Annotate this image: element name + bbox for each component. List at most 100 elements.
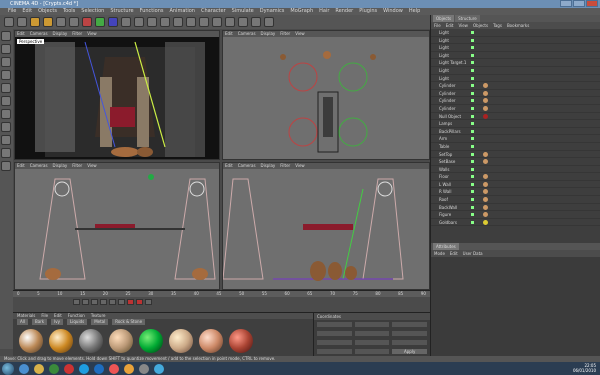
- menu-dynamics[interactable]: Dynamics: [260, 8, 285, 15]
- camera-icon[interactable]: [251, 17, 261, 27]
- vp-menu-cameras[interactable]: Cameras: [30, 31, 48, 37]
- tab-structure[interactable]: Structure: [455, 15, 480, 22]
- app-icon[interactable]: [64, 363, 74, 374]
- menu-animation[interactable]: Animation: [169, 8, 195, 15]
- list-item[interactable]: Light: [431, 44, 600, 52]
- material-swatch[interactable]: [19, 329, 43, 353]
- spline-icon[interactable]: [212, 17, 222, 27]
- list-item[interactable]: Figure: [431, 211, 600, 219]
- move-icon[interactable]: [43, 17, 53, 27]
- menu-structure[interactable]: Structure: [110, 8, 133, 15]
- list-item[interactable]: Cylinder: [431, 105, 600, 113]
- list-item[interactable]: R Wall: [431, 188, 600, 197]
- scale-icon[interactable]: [56, 17, 66, 27]
- keyframe-icon[interactable]: [145, 299, 152, 305]
- apply-button[interactable]: Apply: [392, 349, 428, 354]
- vp-menu-edit[interactable]: Edit: [225, 163, 233, 169]
- list-item[interactable]: Table: [431, 143, 600, 151]
- sculpt-icon[interactable]: [1, 148, 11, 158]
- menu-help[interactable]: Help: [409, 8, 420, 15]
- edges-mode-icon[interactable]: [1, 109, 11, 119]
- coord-field[interactable]: [317, 331, 352, 336]
- clock[interactable]: 22:05 06/01/2010: [573, 363, 596, 373]
- close-button[interactable]: [586, 0, 598, 7]
- model-mode-icon[interactable]: [1, 44, 11, 54]
- right-viewport[interactable]: Edit Cameras Display Filter View: [14, 162, 220, 290]
- vp-menu-view[interactable]: View: [87, 31, 97, 37]
- coord-field[interactable]: [354, 340, 390, 345]
- render-picture-icon[interactable]: [147, 17, 157, 27]
- om-menu-objects[interactable]: Objects: [473, 22, 488, 29]
- tab-metal[interactable]: Metal: [91, 319, 109, 325]
- list-item[interactable]: SetTop: [431, 151, 600, 159]
- next-frame-icon[interactable]: [109, 299, 116, 305]
- list-item[interactable]: Lamps: [431, 120, 600, 128]
- tab-ivy[interactable]: Ivy: [51, 319, 64, 325]
- polygons-mode-icon[interactable]: [1, 122, 11, 132]
- tab-rock-stone[interactable]: Rock & Stone: [112, 319, 146, 325]
- render-view-icon[interactable]: [134, 17, 144, 27]
- coord-field[interactable]: [354, 322, 390, 327]
- coord-field[interactable]: [392, 322, 428, 327]
- om-menu-bookmarks[interactable]: Bookmarks: [507, 22, 529, 29]
- menu-file[interactable]: File: [8, 8, 16, 15]
- coord-field[interactable]: [317, 340, 352, 345]
- app-icon[interactable]: [139, 363, 149, 374]
- vp-menu-view[interactable]: View: [295, 163, 305, 169]
- coord-size-select[interactable]: [354, 349, 390, 354]
- vp-menu-display[interactable]: Display: [53, 31, 68, 37]
- play-backwards-icon[interactable]: [91, 299, 98, 305]
- list-item[interactable]: Light: [431, 29, 600, 37]
- attr-menu-user-data[interactable]: User Data: [463, 250, 483, 257]
- coord-system-icon[interactable]: [121, 17, 131, 27]
- list-item[interactable]: BackPillars: [431, 128, 600, 136]
- list-item[interactable]: L Wall: [431, 181, 600, 189]
- material-swatch[interactable]: [229, 329, 253, 353]
- list-item[interactable]: Cylinder: [431, 97, 600, 105]
- coord-field[interactable]: [392, 340, 428, 345]
- ie-icon[interactable]: [19, 363, 29, 374]
- menu-mograph[interactable]: MoGraph: [290, 8, 313, 15]
- vp-menu-filter[interactable]: Filter: [280, 163, 290, 169]
- tab-bark[interactable]: Bark: [31, 319, 48, 325]
- select-icon[interactable]: [30, 17, 40, 27]
- vp-menu-view[interactable]: View: [295, 31, 305, 37]
- light-icon[interactable]: [264, 17, 274, 27]
- go-to-start-icon[interactable]: [73, 299, 80, 305]
- material-swatch[interactable]: [199, 329, 223, 353]
- menu-functions[interactable]: Functions: [140, 8, 164, 15]
- chrome-icon[interactable]: [109, 363, 119, 374]
- coord-field[interactable]: [354, 331, 390, 336]
- texture-mode-icon[interactable]: [1, 70, 11, 80]
- go-to-end-icon[interactable]: [118, 299, 125, 305]
- material-swatch[interactable]: [49, 329, 73, 353]
- om-menu-edit[interactable]: Edit: [446, 22, 454, 29]
- material-swatch[interactable]: [169, 329, 193, 353]
- list-item[interactable]: Light: [431, 37, 600, 45]
- menu-render[interactable]: Render: [335, 8, 353, 15]
- cube-icon[interactable]: [173, 17, 183, 27]
- folder-icon[interactable]: [34, 363, 44, 374]
- menu-character[interactable]: Character: [201, 8, 226, 15]
- tab-liquids[interactable]: Liquids: [67, 319, 88, 325]
- coord-mode-select[interactable]: [317, 349, 352, 354]
- maximize-button[interactable]: [573, 0, 585, 7]
- make-editable-icon[interactable]: [1, 31, 11, 41]
- menu-selection[interactable]: Selection: [81, 8, 104, 15]
- list-item[interactable]: Light Target.1: [431, 59, 600, 67]
- list-item[interactable]: BackWall: [431, 204, 600, 212]
- vp-menu-filter[interactable]: Filter: [72, 31, 82, 37]
- list-item[interactable]: Light: [431, 75, 600, 83]
- list-item[interactable]: Cylinder: [431, 82, 600, 90]
- workplane-icon[interactable]: [1, 161, 11, 171]
- vp-menu-filter[interactable]: Filter: [280, 31, 290, 37]
- list-item[interactable]: Walls: [431, 166, 600, 174]
- vp-menu-cameras[interactable]: Cameras: [30, 163, 48, 169]
- object-mode-icon[interactable]: [1, 57, 11, 67]
- rotate-icon[interactable]: [69, 17, 79, 27]
- front-viewport[interactable]: Edit Cameras Display Filter View: [222, 162, 430, 290]
- vp-menu-edit[interactable]: Edit: [17, 31, 25, 37]
- skype-icon[interactable]: [79, 363, 89, 374]
- firefox-icon[interactable]: [124, 363, 134, 374]
- previous-frame-icon[interactable]: [82, 299, 89, 305]
